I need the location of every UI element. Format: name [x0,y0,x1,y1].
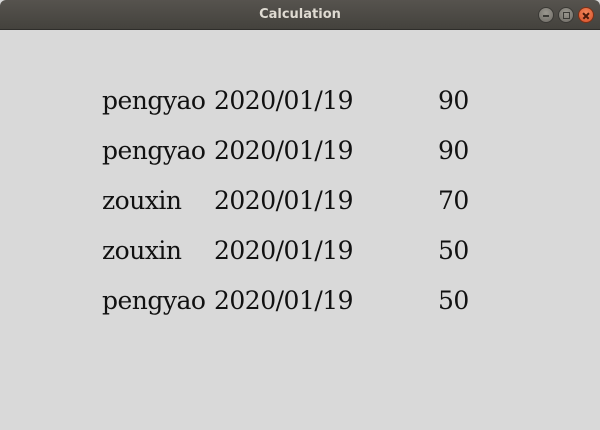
record-name: zouxin [102,236,182,265]
record-date: 2020/01/19 [214,236,354,265]
close-icon[interactable] [578,7,594,23]
record-name: pengyao [102,86,206,115]
record-score: 90 [438,136,469,165]
record-date: 2020/01/19 [214,286,354,315]
app-window: Calculation pengyao 2020/01/19 90 pengya… [0,0,600,430]
records-list: pengyao 2020/01/19 90 pengyao 2020/01/19… [0,30,600,430]
record-name: zouxin [102,186,182,215]
window-title: Calculation [259,7,341,22]
record-name: pengyao [102,286,206,315]
record-score: 70 [438,186,469,215]
record-score: 50 [438,286,469,315]
record-date: 2020/01/19 [214,136,354,165]
record-date: 2020/01/19 [214,86,354,115]
window-controls [538,7,594,23]
record-date: 2020/01/19 [214,186,354,215]
record-score: 90 [438,86,469,115]
record-name: pengyao [102,136,206,165]
title-bar[interactable]: Calculation [0,0,600,30]
record-score: 50 [438,236,469,265]
maximize-icon[interactable] [558,7,574,23]
minimize-icon[interactable] [538,7,554,23]
